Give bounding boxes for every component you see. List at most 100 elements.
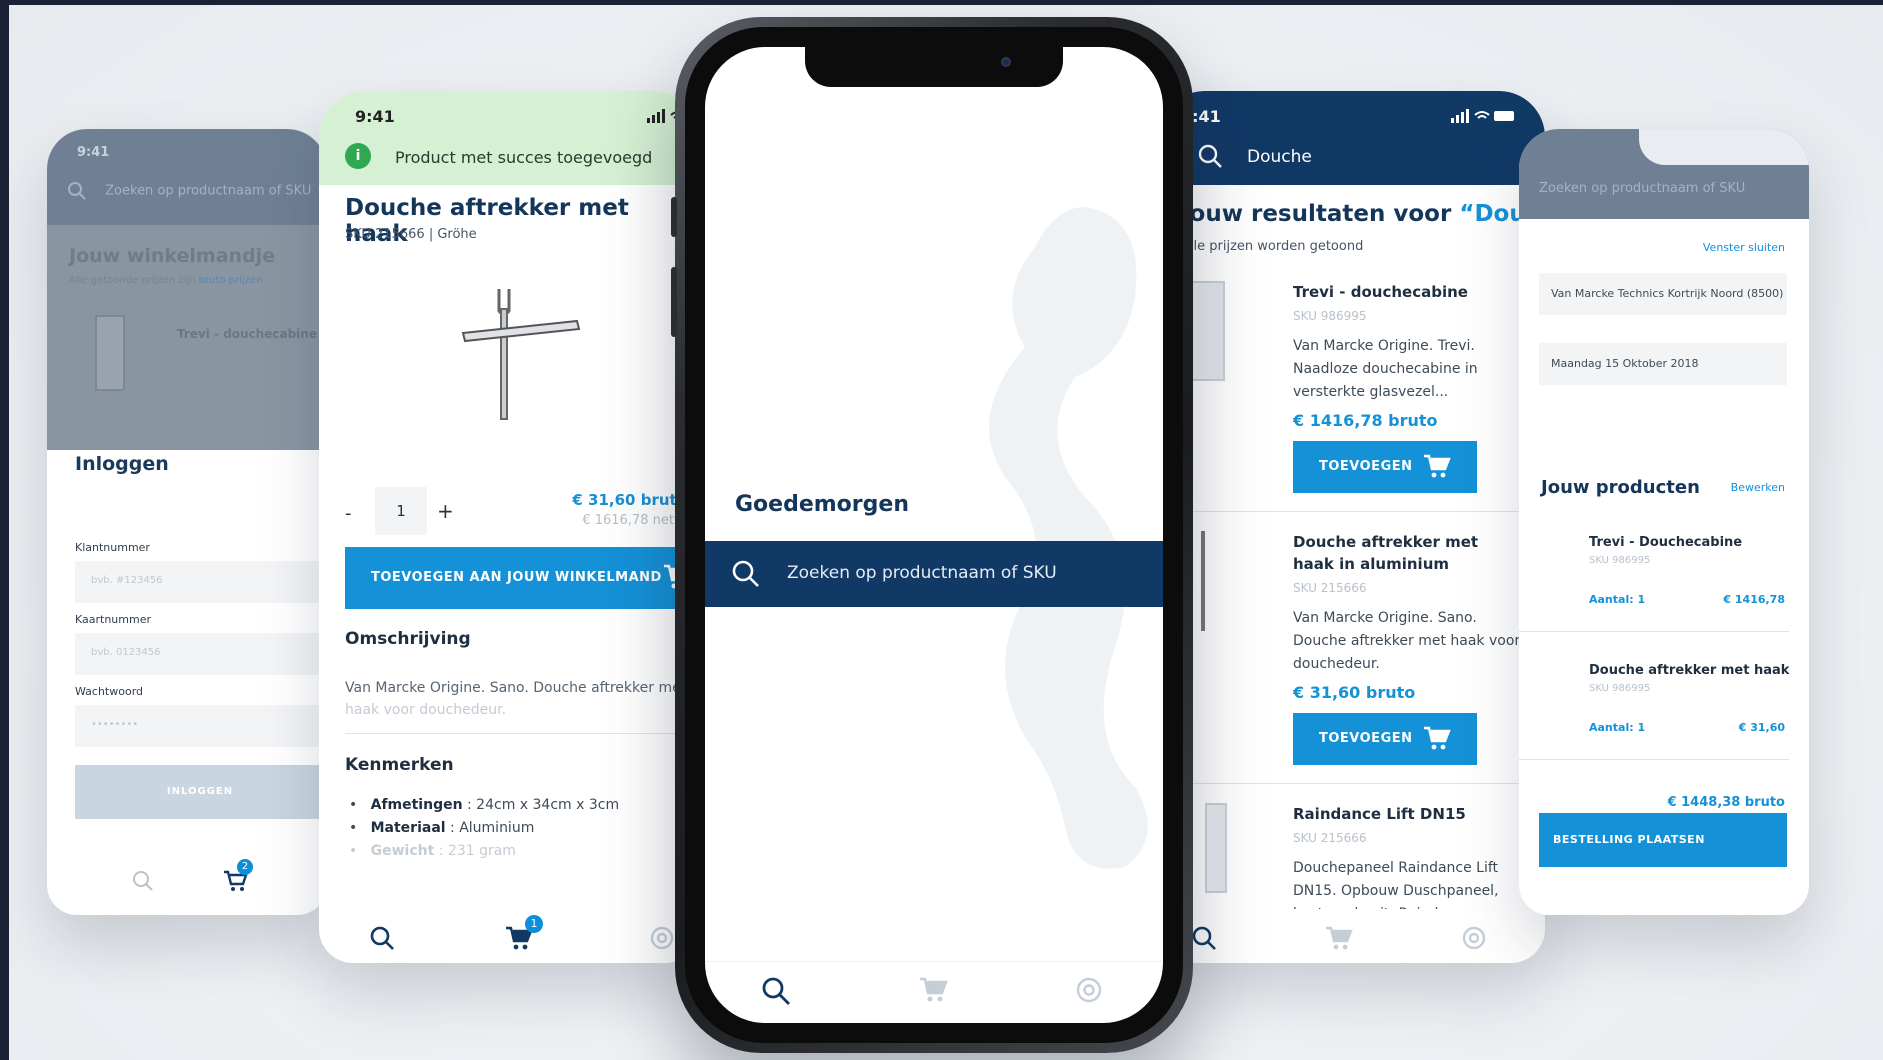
- order-product-price: € 31,60: [1738, 721, 1785, 734]
- result-name: Trevi - douchecabine: [1293, 283, 1468, 301]
- phone-product-screen: 9:41 i Product met succes toegevoegd Dou…: [319, 91, 699, 963]
- product-thumbnail: [1189, 281, 1225, 381]
- results-heading: Jouw resultaten voor “Douche”: [1181, 201, 1545, 227]
- search-icon[interactable]: [1197, 143, 1223, 169]
- search-icon[interactable]: [369, 925, 395, 951]
- tab-bar: [705, 961, 1163, 1023]
- product-sku: SKU 215666 | Gröhe: [345, 227, 477, 242]
- divider: [1519, 759, 1789, 760]
- divider: [345, 733, 699, 734]
- toast-message: Product met succes toegevoegd: [395, 148, 653, 167]
- notch: [805, 47, 1063, 87]
- kaartnummer-label: Kaartnummer: [75, 613, 152, 626]
- result-price: € 1416,78 bruto: [1293, 411, 1438, 430]
- klantnummer-field[interactable]: bvb. #123456: [75, 561, 325, 603]
- order-product-sku: SKU 986995: [1589, 555, 1651, 566]
- product-image: [459, 281, 589, 425]
- spec-row: • Materiaal : Aluminium: [349, 820, 535, 836]
- volume-button: [671, 267, 677, 337]
- klantnummer-label: Klantnummer: [75, 541, 150, 554]
- edit-link[interactable]: Bewerken: [1731, 481, 1785, 494]
- search-icon[interactable]: [1191, 925, 1217, 951]
- kaartnummer-field[interactable]: bvb. 0123456: [75, 633, 325, 675]
- status-time: 9:41: [77, 145, 110, 160]
- phone-order-screen: Zoeken op productnaam of SKU Venster slu…: [1519, 129, 1809, 915]
- result-description: Douchepaneel Raindance Lift DN15. Opbouw…: [1293, 860, 1499, 909]
- product-thumbnail: [1201, 531, 1205, 631]
- cart-icon: [1423, 725, 1451, 751]
- search-bar[interactable]: Zoeken op productnaam of SKU: [705, 541, 1163, 607]
- result-sku: SKU 215666: [1293, 831, 1367, 845]
- cart-badge: 2: [237, 859, 253, 875]
- cart-note: Alle getoonde prijzen zijn bruto prijzen: [69, 275, 263, 286]
- search-bar[interactable]: Zoeken op productnaam of SKU: [67, 181, 311, 201]
- seahorse-watermark-icon: [989, 207, 1148, 869]
- search-bar[interactable]: Zoeken op productnaam of SKU: [1539, 181, 1745, 196]
- gear-icon[interactable]: [1075, 976, 1103, 1004]
- cart-badge: 1: [525, 915, 543, 933]
- search-icon[interactable]: [761, 976, 791, 1006]
- search-icon: [67, 181, 87, 201]
- cart-icon[interactable]: [1325, 925, 1353, 951]
- add-button[interactable]: TOEVOEGEN: [1293, 713, 1477, 765]
- tab-bar: [1159, 911, 1545, 963]
- divider: [1519, 631, 1789, 632]
- notch: [1639, 129, 1809, 165]
- result-sku: SKU 215666: [1293, 581, 1367, 595]
- app-header: 9:41 Zoeken op productnaam of SKU: [47, 129, 327, 225]
- login-title: Inloggen: [75, 453, 169, 475]
- store-field[interactable]: Van Marcke Technics Kortrijk Noord (8500…: [1539, 273, 1787, 315]
- price-note: Alle prijzen worden getoond: [1181, 239, 1364, 254]
- price-bruto: € 31,60 bruto: [572, 491, 687, 509]
- greeting: Goedemorgen: [735, 492, 909, 517]
- search-placeholder: Zoeken op productnaam of SKU: [1539, 181, 1746, 196]
- wachtwoord-field[interactable]: ••••••••: [75, 705, 325, 747]
- cart-title: Jouw winkelmandje: [69, 245, 276, 267]
- order-total: € 1448,38 bruto: [1667, 795, 1785, 810]
- tab-bar: 1: [319, 911, 699, 963]
- product-thumbnail: [95, 315, 125, 391]
- success-toast: 9:41 i Product met succes toegevoegd: [319, 91, 699, 185]
- search-icon: [133, 871, 153, 891]
- qty-increase-button[interactable]: +: [437, 499, 454, 523]
- qty-decrease-button[interactable]: -: [345, 503, 352, 524]
- price-netto: € 1616,78 netto: [582, 513, 687, 528]
- signal-wifi-battery-icon: [1451, 109, 1515, 123]
- description-text: Van Marcke Origine. Sano. Douche aftrekk…: [345, 680, 687, 718]
- cart-item-name: Trevi - douchecabine: [177, 327, 317, 341]
- phone-results-screen: 9:41 Douche Jouw resultaten voor “Douche…: [1159, 91, 1545, 963]
- info-icon: i: [345, 143, 371, 169]
- result-description: Van Marcke Origine. Sano. Douche aftrekk…: [1293, 610, 1521, 672]
- status-time: 9:41: [355, 107, 395, 126]
- close-window-link[interactable]: Venster sluiten: [1703, 241, 1785, 254]
- divider: [1181, 511, 1521, 512]
- cart-icon[interactable]: [919, 976, 949, 1004]
- search-input[interactable]: Douche: [1247, 147, 1312, 167]
- phone-home-screen: Goedemorgen Zoeken op productnaam of SKU: [671, 17, 1193, 1053]
- order-product-qty: Aantal: 1: [1589, 593, 1646, 606]
- add-to-cart-button[interactable]: TOEVOEGEN AAN JOUW WINKELMAND: [345, 547, 699, 609]
- result-price: € 31,60 bruto: [1293, 683, 1416, 702]
- specs-heading: Kenmerken: [345, 755, 454, 775]
- mute-switch: [671, 197, 677, 237]
- add-button[interactable]: TOEVOEGEN: [1293, 441, 1477, 493]
- description-heading: Omschrijving: [345, 629, 471, 649]
- date-field[interactable]: Maandag 15 Oktober 2018: [1539, 343, 1787, 385]
- result-description: Van Marcke Origine. Trevi. Naadloze douc…: [1293, 338, 1478, 400]
- search-placeholder: Zoeken op productnaam of SKU: [787, 563, 1057, 583]
- spec-row: • Afmetingen : 24cm x 34cm x 3cm: [349, 797, 620, 813]
- result-name: Raindance Lift DN15: [1293, 805, 1466, 823]
- login-button[interactable]: INLOGGEN: [75, 765, 325, 819]
- app-header: 9:41 Douche: [1159, 91, 1545, 185]
- place-order-button[interactable]: BESTELLING PLAATSEN: [1539, 813, 1787, 867]
- tab-search[interactable]: [131, 869, 155, 893]
- search-icon: [731, 559, 761, 589]
- bruto-link: bruto prijzen: [198, 275, 263, 286]
- gear-icon[interactable]: [649, 925, 675, 951]
- gear-icon[interactable]: [1461, 925, 1487, 951]
- result-name: Douche aftrekker met haak in aluminium: [1293, 533, 1479, 573]
- search-placeholder: Zoeken op productnaam of SKU: [105, 183, 312, 199]
- order-product-sku: SKU 986995: [1589, 683, 1651, 694]
- order-product-price: € 1416,78: [1723, 593, 1785, 606]
- quantity-input[interactable]: 1: [375, 487, 427, 535]
